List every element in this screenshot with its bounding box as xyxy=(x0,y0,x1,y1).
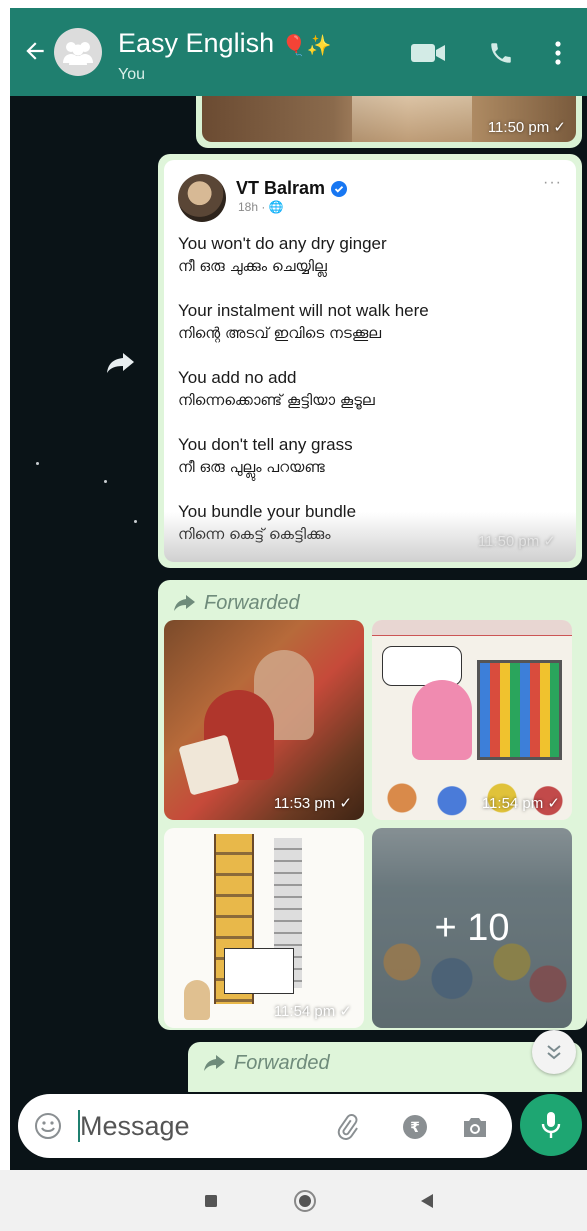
post-line-ml: നിന്നെക്കൊണ്ട് കൂട്ടിയാ കൂടൂല xyxy=(178,391,375,409)
forwarded-label: Forwarded xyxy=(194,1048,576,1078)
message-forwarded-bubble[interactable]: Forwarded xyxy=(188,1042,582,1092)
chat-title[interactable]: Easy English 🎈✨ xyxy=(118,28,331,59)
home-icon[interactable] xyxy=(292,1188,318,1214)
post-meta: 18h · 🌐 xyxy=(238,200,284,214)
message-composer: ₹ xyxy=(18,1094,512,1158)
message-time: 11:54 pm ✓ xyxy=(273,1003,352,1020)
forwarded-text: Forwarded xyxy=(234,1051,330,1074)
forwarded-text: Forwarded xyxy=(204,591,300,614)
message-list[interactable]: 11:50 pm ✓ VT Balram 18h · 🌐 ··· You won… xyxy=(10,96,587,1092)
post-screenshot-image[interactable]: VT Balram 18h · 🌐 ··· You won't do any d… xyxy=(164,160,576,562)
verified-badge-icon xyxy=(331,180,348,197)
chat-subtitle: You xyxy=(118,66,145,83)
post-line-en: You don't tell any grass xyxy=(178,435,353,454)
post-author: VT Balram xyxy=(236,178,348,199)
post-line-en: You bundle your bundle xyxy=(178,502,357,521)
forwarded-label: Forwarded xyxy=(164,586,581,620)
album-more-photos[interactable]: + 10 xyxy=(372,828,572,1028)
message-time: 11:50 pm ✓ xyxy=(487,119,566,136)
system-nav-bar xyxy=(0,1170,587,1231)
more-photos-count: + 10 xyxy=(434,906,510,949)
album-photo[interactable]: 11:54 pm ✓ xyxy=(372,620,572,820)
back-icon[interactable] xyxy=(414,1188,440,1214)
camera-icon[interactable] xyxy=(458,1110,492,1144)
post-line-ml: നിന്റെ അടവ് ഇവിടെ നടക്കൂല xyxy=(178,324,382,342)
post-body: You won't do any dry ginger നീ ഒരു ചുക്ക… xyxy=(178,232,562,562)
attach-icon[interactable] xyxy=(330,1110,364,1144)
post-line-en: You add no add xyxy=(178,368,297,387)
message-input[interactable] xyxy=(80,1106,320,1146)
wallpaper-speck xyxy=(36,462,39,465)
emoji-icon[interactable] xyxy=(32,1110,64,1142)
post-line-pair: Your instalment will not walk here നിന്റ… xyxy=(178,299,562,345)
message-time: 11:53 pm ✓ xyxy=(273,795,352,812)
svg-text:₹: ₹ xyxy=(410,1120,420,1136)
chat-title-text: Easy English xyxy=(118,28,275,58)
post-line-pair: You don't tell any grass നീ ഒരു പുല്ലും … xyxy=(178,433,562,479)
double-chevron-down-icon xyxy=(547,1045,561,1060)
post-line-en: You won't do any dry ginger xyxy=(178,234,387,253)
message-album-bubble[interactable]: Forwarded 11:53 pm ✓ 11:54 pm ✓ 11:54 pm… xyxy=(158,580,587,1030)
message-image-bubble[interactable]: 11:50 pm ✓ xyxy=(196,96,582,148)
recents-icon[interactable] xyxy=(198,1188,224,1214)
forwarded-icon xyxy=(204,1055,225,1071)
message-image-bubble[interactable]: VT Balram 18h · 🌐 ··· You won't do any d… xyxy=(158,154,582,568)
phone-icon[interactable] xyxy=(484,38,518,68)
forwarded-icon xyxy=(174,595,195,611)
wallpaper-speck xyxy=(134,520,137,523)
album-photo[interactable]: 11:54 pm ✓ xyxy=(164,828,364,1028)
group-avatar-icon[interactable] xyxy=(54,28,102,76)
wallpaper-speck xyxy=(104,480,107,483)
message-time: 11:50 pm ✓ xyxy=(477,533,556,550)
message-time: 11:54 pm ✓ xyxy=(481,795,560,812)
post-line-en: Your instalment will not walk here xyxy=(178,301,429,320)
post-author-name: VT Balram xyxy=(236,178,326,198)
mic-icon[interactable] xyxy=(520,1094,582,1156)
post-more-icon: ··· xyxy=(543,174,562,191)
post-line-pair: You add no add നിന്നെക്കൊണ്ട് കൂട്ടിയാ ക… xyxy=(178,366,562,412)
post-author-avatar xyxy=(178,174,226,222)
forward-shortcut-icon[interactable] xyxy=(104,346,138,380)
album-photo[interactable]: 11:53 pm ✓ xyxy=(164,620,364,820)
chat-title-emoji: 🎈✨ xyxy=(281,35,332,57)
post-line-ml: നീ ഒരു ചുക്കും ചെയ്യില്ല xyxy=(178,257,327,275)
album-grid: 11:53 pm ✓ 11:54 pm ✓ 11:54 pm ✓ + 10 xyxy=(164,620,581,1028)
more-vert-icon[interactable] xyxy=(546,38,570,68)
chat-header: Easy English 🎈✨ You xyxy=(10,8,587,96)
scroll-to-bottom-button[interactable] xyxy=(532,1030,576,1074)
post-line-ml: നീ ഒരു പുല്ലും പറയണ്ട xyxy=(178,458,325,476)
post-line-pair: You won't do any dry ginger നീ ഒരു ചുക്ക… xyxy=(178,232,562,278)
whatsapp-chat-screen: Easy English 🎈✨ You 11:50 pm ✓ VT Balram… xyxy=(0,0,587,1231)
image-thumbnail[interactable]: 11:50 pm ✓ xyxy=(202,96,576,142)
back-arrow-icon[interactable] xyxy=(20,36,50,66)
video-call-icon[interactable] xyxy=(408,38,448,68)
payment-icon[interactable]: ₹ xyxy=(398,1110,432,1144)
